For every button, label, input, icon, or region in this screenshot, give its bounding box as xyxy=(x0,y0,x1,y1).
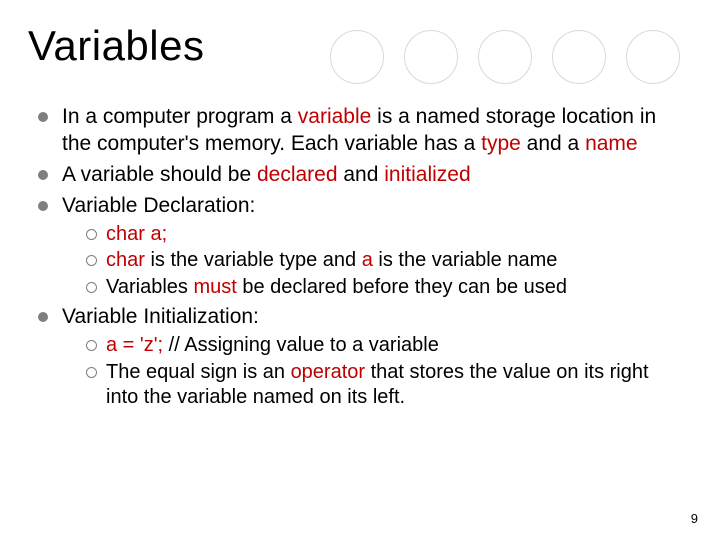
list-item: In a computer program a variable is a na… xyxy=(34,104,686,158)
highlight-text: name xyxy=(585,132,638,155)
sub-list: char a; char is the variable type and a i… xyxy=(62,222,686,301)
list-item: Variable Declaration: char a; char is the … xyxy=(34,193,686,301)
body-text: The equal sign is an xyxy=(106,361,291,383)
highlight-text: must xyxy=(193,276,236,298)
circle-icon xyxy=(552,30,606,84)
body-text: and xyxy=(338,163,385,186)
list-item: A variable should be declared and initia… xyxy=(34,162,686,189)
body-text: Variable Initialization: xyxy=(62,305,259,328)
highlight-text: initialized xyxy=(384,163,470,186)
body-text: is the variable name xyxy=(373,249,558,271)
highlight-text: declared xyxy=(257,163,338,186)
circle-icon xyxy=(626,30,680,84)
list-item: Variable Initialization: a = 'z'; // Assi… xyxy=(34,304,686,411)
body-text: and a xyxy=(521,132,585,155)
sub-list-item: char a; xyxy=(84,222,686,248)
sub-list-item: char is the variable type and a is the v… xyxy=(84,248,686,274)
highlight-text: operator xyxy=(291,361,366,383)
highlight-text: a = 'z'; xyxy=(106,334,169,356)
body-text: A variable should be xyxy=(62,163,257,186)
circle-icon xyxy=(478,30,532,84)
highlight-text: a xyxy=(362,249,373,271)
page-number: 9 xyxy=(691,511,698,526)
body-text: be declared before they can be used xyxy=(237,276,567,298)
highlight-text: type xyxy=(481,132,521,155)
slide: Variables In a computer program a variab… xyxy=(0,0,720,540)
body-text: Variable Declaration: xyxy=(62,194,255,217)
sub-list: a = 'z'; // Assigning value to a variabl… xyxy=(62,333,686,411)
sub-list-item: The equal sign is an operator that store… xyxy=(84,360,686,411)
body-text: is the variable type and xyxy=(145,249,362,271)
bullet-list: In a computer program a variable is a na… xyxy=(28,104,692,411)
circle-icon xyxy=(404,30,458,84)
highlight-text: variable xyxy=(298,105,372,128)
highlight-text: char a; xyxy=(106,223,167,245)
body-text: // Assigning value to a variable xyxy=(169,334,439,356)
decorative-circles xyxy=(330,30,680,84)
circle-icon xyxy=(330,30,384,84)
sub-list-item: Variables must be declared before they c… xyxy=(84,275,686,301)
body-text: In a computer program a xyxy=(62,105,298,128)
body-text: Variables xyxy=(106,276,193,298)
sub-list-item: a = 'z'; // Assigning value to a variabl… xyxy=(84,333,686,359)
highlight-text: char xyxy=(106,249,145,271)
